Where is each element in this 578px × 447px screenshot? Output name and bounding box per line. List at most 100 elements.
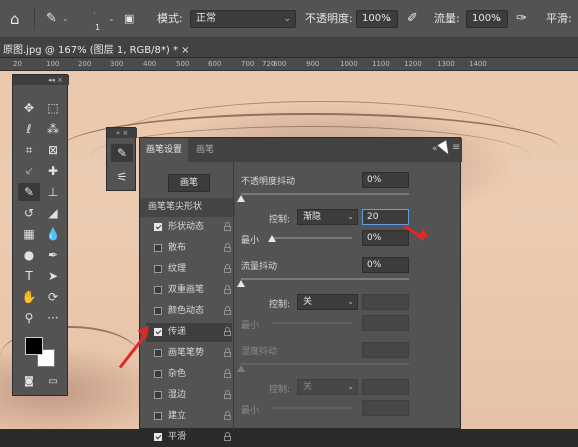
brush-tool-icon[interactable]: ✎ bbox=[18, 183, 40, 201]
brush-settings-panel: 画笔设置 画笔 « ≡ 画笔 画笔笔尖形状 不透明度抖动 0% 控制: 渐隐 ⌄ … bbox=[139, 137, 462, 442]
wetness-jitter-label: 湿度抖动 bbox=[241, 347, 278, 357]
more-tools-icon[interactable]: ··· bbox=[42, 309, 64, 327]
horizontal-ruler: 20 100 200 300 400 500 600 700 720 800 900 1000 1100… bbox=[0, 58, 578, 71]
screen-mode-icon[interactable]: ▭ bbox=[42, 373, 64, 391]
foreground-color-swatch[interactable] bbox=[25, 337, 43, 355]
brush-option-item[interactable]: 散布 bbox=[146, 239, 232, 258]
brush-option-item[interactable]: 画笔笔势 bbox=[146, 344, 232, 363]
eyedropper-tool-icon[interactable]: ⸔ bbox=[18, 162, 40, 180]
flow-jitter-slider-thumb[interactable] bbox=[237, 280, 245, 287]
flow-jitter-input[interactable]: 0% bbox=[362, 257, 409, 273]
brush-option-label: 散布 bbox=[168, 243, 187, 253]
lock-icon[interactable] bbox=[224, 348, 231, 357]
collapsed-panel-header[interactable]: » × bbox=[107, 128, 137, 138]
brush-option-item[interactable]: 杂色 bbox=[146, 365, 232, 384]
magic-wand-tool-icon[interactable]: ⁂ bbox=[42, 120, 64, 138]
lock-icon[interactable] bbox=[224, 390, 231, 399]
brush-option-checkbox[interactable] bbox=[154, 328, 162, 336]
brush-panel-toggle-icon[interactable]: ▣ bbox=[124, 9, 134, 29]
chevron-down-icon: ⌄ bbox=[347, 382, 354, 391]
flow-jitter-slider[interactable] bbox=[241, 278, 409, 280]
brush-option-item[interactable]: 纹理 bbox=[146, 260, 232, 279]
brush-option-checkbox[interactable] bbox=[154, 223, 162, 231]
brush-option-item[interactable]: 传递 bbox=[146, 323, 232, 342]
move-tool-icon[interactable]: ✥ bbox=[18, 99, 40, 117]
brush-option-item[interactable]: 湿边 bbox=[146, 386, 232, 405]
panel-menu-icon[interactable]: ≡ bbox=[452, 142, 460, 153]
crop-tool-icon[interactable]: ⌗ bbox=[18, 141, 40, 159]
lock-icon[interactable] bbox=[224, 222, 231, 231]
lock-icon[interactable] bbox=[224, 411, 231, 420]
history-brush-tool-icon[interactable]: ↺ bbox=[18, 204, 40, 222]
minimum-opacity-slider-thumb[interactable] bbox=[268, 235, 276, 242]
flow-control-select[interactable]: 关 ⌄ bbox=[297, 294, 358, 310]
eraser-tool-icon[interactable]: ◢ bbox=[42, 204, 64, 222]
lock-icon[interactable] bbox=[224, 369, 231, 378]
tab-brushes[interactable]: 画笔 bbox=[190, 138, 220, 162]
chevron-down-icon[interactable]: ⌄ bbox=[62, 9, 69, 29]
brush-option-item[interactable]: 形状动态 bbox=[146, 218, 232, 237]
brush-option-checkbox[interactable] bbox=[154, 286, 162, 294]
tab-brush-settings[interactable]: 画笔设置 bbox=[140, 138, 189, 162]
opacity-jitter-slider[interactable] bbox=[241, 193, 409, 195]
ruler-tick-label: 500 bbox=[176, 60, 190, 68]
brushes-button[interactable]: 画笔 bbox=[168, 174, 210, 192]
tools-panel-header[interactable]: ◂◂ × bbox=[13, 75, 69, 85]
path-selection-tool-icon[interactable]: ➤ bbox=[42, 267, 64, 285]
opacity-input[interactable]: 100% ⌄ bbox=[356, 10, 398, 28]
opacity-control-select[interactable]: 渐隐 ⌄ bbox=[297, 209, 358, 225]
pressure-opacity-icon[interactable]: ✐ bbox=[407, 9, 418, 29]
brush-option-label: 双重画笔 bbox=[168, 285, 205, 295]
brush-option-checkbox[interactable] bbox=[154, 433, 162, 441]
blur-tool-icon[interactable]: 💧 bbox=[42, 225, 64, 243]
brush-option-checkbox[interactable] bbox=[154, 412, 162, 420]
flow-input[interactable]: 100% ⌄ bbox=[466, 10, 508, 28]
brush-option-item[interactable]: 建立 bbox=[146, 407, 232, 426]
close-icon[interactable]: × bbox=[181, 45, 189, 56]
rotate-view-tool-icon[interactable]: ⟳ bbox=[42, 288, 64, 306]
brush-presets-icon[interactable]: ⚟ bbox=[111, 168, 133, 186]
brush-preset-icon[interactable]: ✎ bbox=[46, 9, 57, 29]
zoom-tool-icon[interactable]: ⚲ bbox=[18, 309, 40, 327]
type-tool-icon[interactable]: T bbox=[18, 267, 40, 285]
chevron-down-icon: ⌄ bbox=[347, 297, 354, 306]
chevron-down-icon[interactable]: ⌄ bbox=[108, 9, 115, 29]
brush-option-checkbox[interactable] bbox=[154, 370, 162, 378]
minimum-opacity-slider[interactable] bbox=[272, 237, 352, 239]
opacity-jitter-slider-thumb[interactable] bbox=[237, 195, 245, 202]
lock-icon[interactable] bbox=[224, 264, 231, 273]
brush-option-item[interactable]: 平滑 bbox=[146, 428, 232, 447]
lock-icon[interactable] bbox=[224, 327, 231, 336]
quick-mask-icon[interactable]: ◙ bbox=[18, 373, 40, 391]
pen-tool-icon[interactable]: ✒ bbox=[42, 246, 64, 264]
lock-icon[interactable] bbox=[224, 285, 231, 294]
dodge-tool-icon[interactable]: ● bbox=[18, 246, 40, 264]
brush-option-checkbox[interactable] bbox=[154, 391, 162, 399]
lock-icon[interactable] bbox=[224, 432, 231, 441]
airbrush-icon[interactable]: ✑ bbox=[516, 9, 527, 29]
brush-option-checkbox[interactable] bbox=[154, 349, 162, 357]
brush-option-item[interactable]: 颜色动态 bbox=[146, 302, 232, 321]
gradient-tool-icon[interactable]: ▦ bbox=[18, 225, 40, 243]
healing-brush-tool-icon[interactable]: ✚ bbox=[42, 162, 64, 180]
minimum-wetness-input bbox=[362, 400, 409, 416]
brush-option-checkbox[interactable] bbox=[154, 265, 162, 273]
brush-settings-icon[interactable]: ✎ bbox=[111, 144, 133, 162]
marquee-tool-icon[interactable]: ⬚ bbox=[42, 99, 64, 117]
brush-option-checkbox[interactable] bbox=[154, 307, 162, 315]
clone-stamp-tool-icon[interactable]: ⊥ bbox=[42, 183, 64, 201]
document-tab[interactable]: 原图.jpg @ 167% (图层 1, RGB/8*) * × bbox=[3, 41, 190, 56]
frame-tool-icon[interactable]: ⊠ bbox=[42, 141, 64, 159]
mode-select[interactable]: 正常 ⌄ bbox=[190, 10, 296, 28]
opacity-jitter-input[interactable]: 0% bbox=[362, 172, 409, 188]
brush-option-item[interactable]: 双重画笔 bbox=[146, 281, 232, 300]
brush-option-checkbox[interactable] bbox=[154, 244, 162, 252]
minimum-opacity-input[interactable]: 0% bbox=[362, 230, 409, 246]
lock-icon[interactable] bbox=[224, 243, 231, 252]
fade-steps-input[interactable]: 20 bbox=[362, 209, 409, 225]
brush-tip-shape-item[interactable]: 画笔笔尖形状 bbox=[140, 198, 235, 217]
home-icon[interactable]: ⌂ bbox=[10, 9, 20, 29]
shape-tool-icon[interactable]: ✋ bbox=[18, 288, 40, 306]
lock-icon[interactable] bbox=[224, 306, 231, 315]
lasso-tool-icon[interactable]: ℓ bbox=[18, 120, 40, 138]
